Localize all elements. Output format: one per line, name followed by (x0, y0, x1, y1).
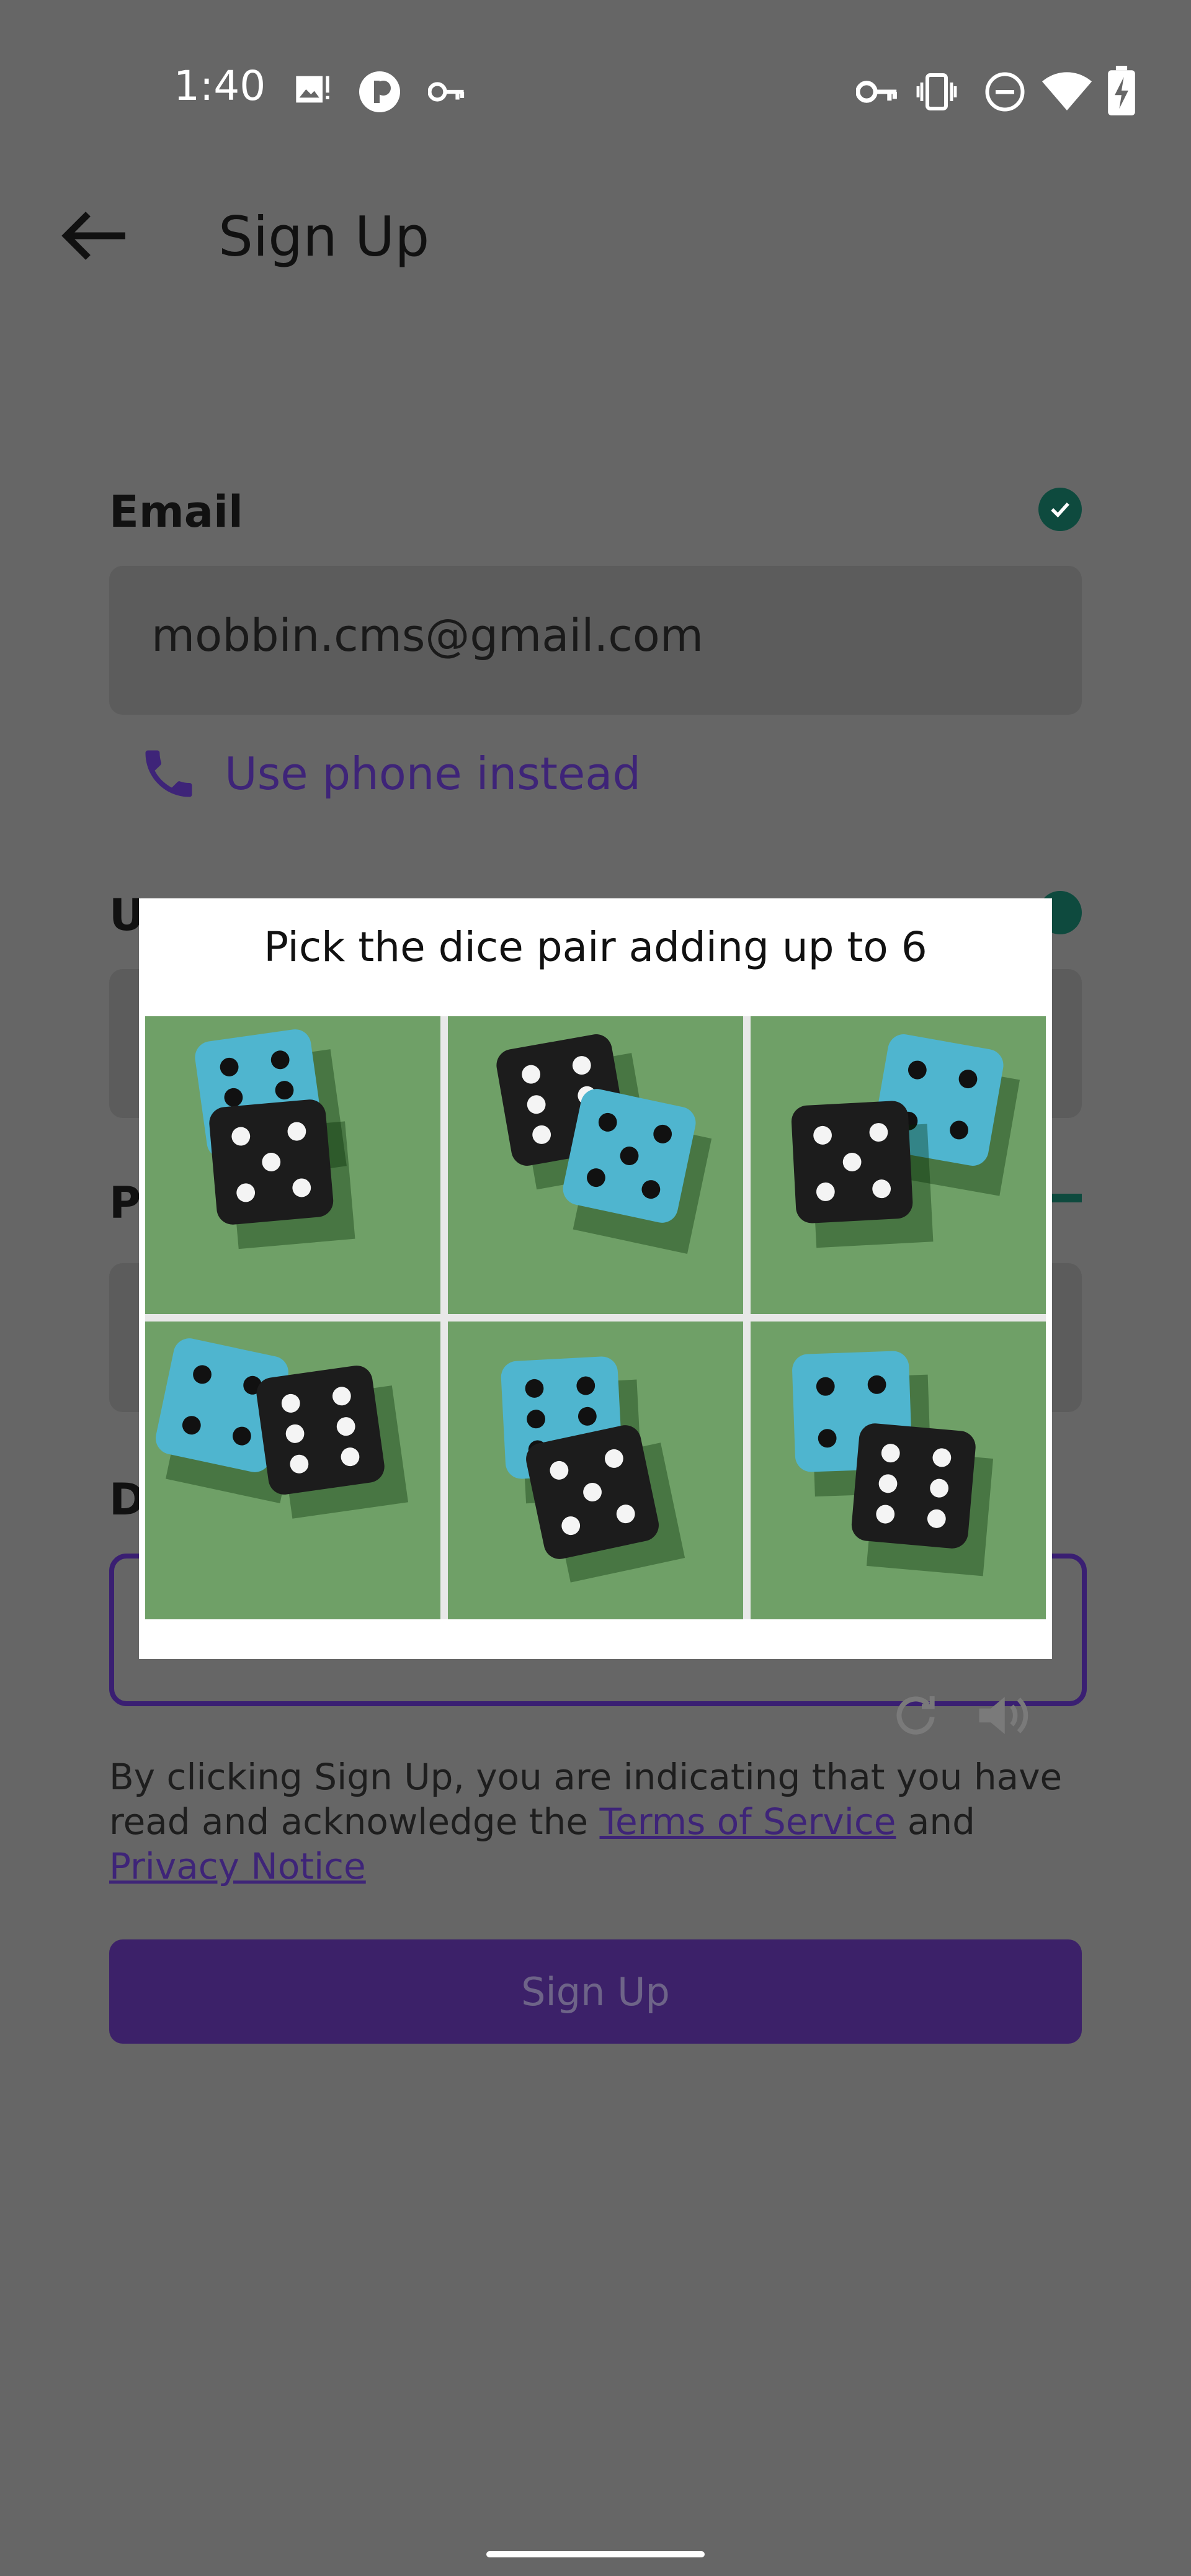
audio-icon[interactable] (971, 1688, 1033, 1743)
captcha-tile-5[interactable] (448, 1322, 743, 1619)
terms-text: By clicking Sign Up, you are indicating … (109, 1755, 1089, 1889)
phone-icon (145, 750, 192, 797)
vibrate-icon (916, 73, 957, 110)
email-value: mobbin.cms@gmail.com (151, 609, 703, 661)
privacy-notice-link[interactable]: Privacy Notice (109, 1845, 366, 1887)
captcha-tile-1[interactable] (145, 1016, 440, 1314)
email-valid-check-icon (1038, 488, 1082, 531)
refresh-icon[interactable] (891, 1690, 940, 1740)
captcha-tile-2[interactable] (448, 1016, 743, 1314)
password-strength-bar (1048, 1194, 1082, 1202)
black-die (851, 1423, 994, 1576)
captcha-prompt: Pick the dice pair adding up to 6 (264, 923, 927, 971)
captcha-dialog: Pick the dice pair adding up to 6 (139, 898, 1052, 1659)
dice-image (448, 1016, 743, 1314)
dice-image (145, 1322, 440, 1619)
sign-up-button-label: Sign Up (521, 1969, 670, 2015)
captcha-tile-6[interactable] (751, 1322, 1046, 1619)
use-phone-link[interactable]: Use phone instead (138, 740, 641, 808)
do-not-disturb-icon (985, 72, 1025, 112)
dice-image (145, 1016, 440, 1314)
password-label: P (109, 1178, 141, 1228)
app-notification-icon (359, 71, 400, 112)
captcha-tile-4[interactable] (145, 1322, 440, 1619)
dice-image (751, 1322, 1046, 1619)
status-time: 1:40 (174, 62, 266, 110)
dice-image (751, 1016, 1046, 1314)
email-field[interactable]: mobbin.cms@gmail.com (109, 566, 1082, 715)
dice-image (448, 1322, 743, 1619)
captcha-tile-3[interactable] (751, 1016, 1046, 1314)
key-icon (428, 82, 465, 102)
back-button[interactable] (57, 205, 132, 267)
gallery-notification-icon (296, 76, 329, 103)
sign-up-button[interactable]: Sign Up (109, 1939, 1082, 2044)
wifi-icon (1042, 72, 1092, 110)
page-title: Sign Up (218, 205, 430, 269)
home-indicator[interactable] (486, 2551, 705, 2557)
vpn-key-icon (856, 81, 897, 103)
battery-charging-icon (1108, 66, 1135, 115)
captcha-image-grid (145, 1016, 1046, 1619)
terms-text-part-2: and (896, 1800, 975, 1843)
arrow-back-icon (61, 212, 125, 260)
email-label: Email (109, 486, 243, 537)
use-phone-label: Use phone instead (225, 748, 641, 800)
terms-of-service-link[interactable]: Terms of Service (599, 1800, 896, 1843)
